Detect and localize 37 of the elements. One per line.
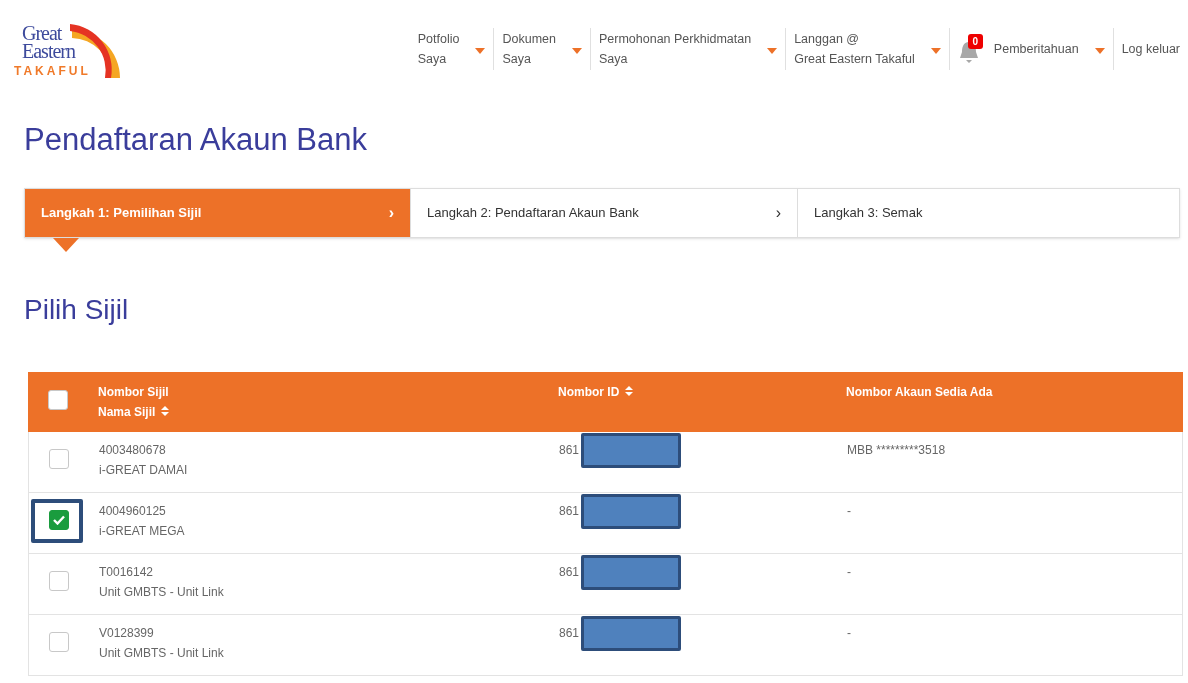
account-number: - bbox=[847, 565, 851, 579]
nav-menu-item[interactable]: Dokumen Saya bbox=[493, 28, 590, 70]
certificate-name: i-GREAT MEGA bbox=[99, 523, 186, 540]
checkbox[interactable] bbox=[48, 390, 68, 410]
certificate-number: 4003480678 bbox=[99, 442, 167, 459]
id-number: 861 bbox=[559, 626, 580, 640]
nav-menu-item[interactable]: Potfolio Saya bbox=[409, 28, 494, 70]
nav-menu-item[interactable]: 0 Pemberitahuan bbox=[948, 28, 1113, 70]
step-tab[interactable]: Langkah 2: Pendaftaran Akaun Bank › bbox=[410, 189, 797, 237]
step-pointer-icon bbox=[53, 238, 79, 252]
certificate-number: V0128399 bbox=[99, 625, 155, 642]
certificate-name: Unit GMBTS - Unit Link bbox=[99, 584, 225, 601]
nav-menu-item[interactable]: Langgan @ Great Eastern Takaful bbox=[785, 28, 949, 70]
checkbox[interactable] bbox=[49, 510, 69, 530]
id-number: 861 bbox=[559, 504, 580, 518]
check-icon bbox=[53, 515, 65, 525]
page-title: Pendaftaran Akaun Bank bbox=[24, 121, 368, 159]
certificate-number: 4004960125 bbox=[99, 503, 167, 520]
checkbox[interactable] bbox=[49, 571, 69, 591]
account-number: - bbox=[847, 626, 851, 640]
step-tab[interactable]: Langkah 3: Semak bbox=[797, 189, 1179, 237]
checkbox[interactable] bbox=[49, 632, 69, 652]
sort-icon[interactable] bbox=[625, 386, 634, 396]
id-number: 861 bbox=[559, 443, 580, 457]
checkbox[interactable] bbox=[49, 449, 69, 469]
sort-icon[interactable] bbox=[161, 406, 170, 416]
account-number: - bbox=[847, 504, 851, 518]
notification-badge: 0 bbox=[967, 34, 983, 49]
nav-menu-item[interactable]: Permohonan Perkhidmatan Saya bbox=[590, 28, 786, 70]
section-title: Pilih Sijil bbox=[24, 293, 130, 327]
nav-menu-item[interactable]: Log keluar bbox=[1112, 28, 1188, 70]
certificate-number: T0016142 bbox=[99, 564, 155, 581]
account-number: MBB *********3518 bbox=[847, 443, 946, 457]
id-number: 861 bbox=[559, 565, 580, 579]
company-logo[interactable]: Great Eastern TAKAFUL bbox=[12, 10, 124, 80]
certificate-name: i-GREAT DAMAI bbox=[99, 462, 189, 479]
certificate-name: Unit GMBTS - Unit Link bbox=[99, 645, 225, 662]
